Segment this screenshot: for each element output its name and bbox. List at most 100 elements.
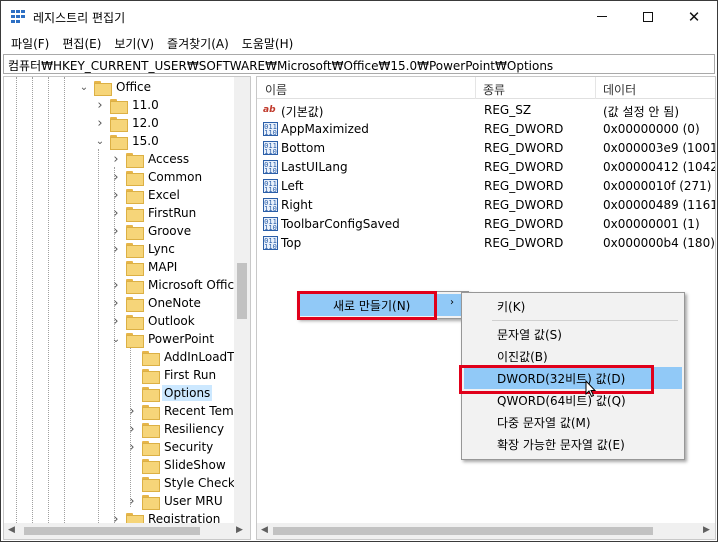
expand-chevron-icon[interactable]: › — [110, 296, 122, 311]
menu-edit[interactable]: 편집(E) — [56, 32, 107, 53]
tree-item[interactable]: › Common — [110, 168, 204, 186]
folder-icon — [126, 260, 144, 276]
list-cell-type: REG_DWORD — [484, 217, 564, 231]
folder-icon — [110, 116, 128, 132]
column-header-name[interactable]: 이름 — [265, 81, 287, 98]
tree-vertical-scroll-thumb[interactable] — [237, 263, 247, 319]
tree-item[interactable]: › Microsoft Office — [110, 276, 243, 294]
column-divider[interactable] — [595, 77, 596, 99]
expand-chevron-icon[interactable]: › — [126, 440, 138, 455]
tree-item[interactable]: ⌄ 15.0 — [94, 132, 161, 150]
list-row[interactable]: 011 110 Left REG_DWORD 0x0000010f (271) — [257, 177, 715, 196]
expand-chevron-icon[interactable]: › — [110, 314, 122, 329]
menu-help[interactable]: 도움말(H) — [236, 32, 300, 53]
close-icon: ✕ — [687, 7, 701, 26]
submenu-expandable-string-value[interactable]: 확장 가능한 문자열 값(E) — [464, 433, 682, 455]
tree-vertical-scrollbar[interactable] — [234, 77, 250, 523]
list-cell-data: 0x00000489 (1161) — [603, 198, 716, 212]
tree-item[interactable]: › Access — [110, 150, 191, 168]
list-row[interactable]: 011 110 Right REG_DWORD 0x00000489 (1161) — [257, 196, 715, 215]
address-bar[interactable]: 컴퓨터₩HKEY_CURRENT_USER₩SOFTWARE₩Microsoft… — [3, 54, 715, 74]
tree-item[interactable]: MAPI — [110, 258, 179, 276]
expand-chevron-icon[interactable]: › — [110, 278, 122, 293]
expand-chevron-icon[interactable]: › — [110, 152, 122, 167]
list-row[interactable]: 011 110 AppMaximized REG_DWORD 0x00000000 (0… — [257, 120, 715, 139]
minimize-button[interactable] — [579, 1, 625, 32]
tree-horizontal-scroll-thumb[interactable] — [24, 527, 200, 535]
menu-favorites[interactable]: 즐겨찾기(A) — [161, 32, 235, 53]
tree-item[interactable]: Style Checker — [126, 474, 249, 492]
expand-chevron-icon[interactable]: › — [110, 170, 122, 185]
tree-item[interactable]: ⌄ Office — [78, 78, 153, 96]
expand-chevron-icon[interactable]: › — [110, 188, 122, 203]
tree-item[interactable]: › 11.0 — [94, 96, 161, 114]
folder-icon — [126, 170, 144, 186]
expand-chevron-icon[interactable]: › — [110, 206, 122, 221]
scroll-right-arrow-icon[interactable]: ▶ — [703, 525, 710, 535]
tree-item[interactable]: › User MRU — [126, 492, 225, 510]
tree-item[interactable]: Options — [126, 384, 213, 402]
list-row[interactable]: 011 110 ToolbarConfigSaved REG_DWORD 0x00000… — [257, 215, 715, 234]
maximize-button[interactable] — [625, 1, 671, 32]
expand-chevron-icon[interactable]: › — [110, 224, 122, 239]
expand-chevron-icon[interactable]: › — [110, 242, 122, 257]
tree-item[interactable]: › FirstRun — [110, 204, 198, 222]
submenu-key[interactable]: 키(K) — [464, 295, 682, 317]
column-divider[interactable] — [475, 77, 476, 99]
collapse-chevron-icon[interactable]: ⌄ — [94, 136, 106, 147]
tree-item-label: Security — [164, 440, 214, 454]
folder-icon — [94, 80, 112, 96]
tree-item[interactable]: ⌄ PowerPoint — [110, 330, 216, 348]
tree-item[interactable]: › Lync — [110, 240, 177, 258]
tree-item[interactable]: First Run — [126, 366, 218, 384]
tree-horizontal-scrollbar[interactable]: ◀ ▶ — [4, 523, 250, 539]
list-cell-data: 0x000003e9 (1001) — [603, 141, 716, 155]
list-row[interactable]: 011 110 LastUILang REG_DWORD 0x00000412 (104… — [257, 158, 715, 177]
list-cell-data: 0x00000412 (1042) — [603, 160, 716, 174]
tree-item[interactable]: SlideShow — [126, 456, 228, 474]
tree-item-label: Lync — [148, 242, 175, 256]
expand-chevron-icon[interactable]: › — [126, 422, 138, 437]
menu-view[interactable]: 보기(V) — [108, 32, 160, 53]
list-cell-type: REG_DWORD — [484, 122, 564, 136]
tree-item[interactable]: › Groove — [110, 222, 193, 240]
list-row[interactable]: ab (기본값) REG_SZ (값 설정 안 됨) — [257, 101, 715, 120]
tree-item[interactable]: › Recent Templ — [126, 402, 247, 420]
collapse-chevron-icon[interactable]: ⌄ — [110, 334, 122, 345]
list-cell-data: 0x000000b4 (180) — [603, 236, 715, 250]
registry-editor-window: 레지스트리 편집기 ✕ 파일(F) 편집(E) 보기(V) 즐겨찾기(A) 도움… — [0, 0, 718, 542]
close-button[interactable]: ✕ — [671, 1, 717, 32]
tree-item[interactable]: › Outlook — [110, 312, 197, 330]
column-header-data[interactable]: 데이터 — [603, 81, 636, 98]
expand-chevron-icon[interactable]: › — [126, 494, 138, 509]
expand-chevron-icon[interactable]: › — [94, 98, 106, 113]
submenu-multi-string-value[interactable]: 다중 문자열 값(M) — [464, 411, 682, 433]
tree-item[interactable]: › OneNote — [110, 294, 203, 312]
folder-icon — [126, 242, 144, 258]
minimize-icon — [597, 16, 607, 17]
list-cell-data: (값 설정 안 됨) — [603, 105, 680, 119]
tree-item-label: Access — [148, 152, 190, 166]
list-row[interactable]: 011 110 Bottom REG_DWORD 0x000003e9 (1001) — [257, 139, 715, 158]
expand-chevron-icon[interactable]: › — [94, 116, 106, 131]
scroll-left-arrow-icon[interactable]: ◀ — [261, 525, 268, 535]
tree-item[interactable]: › Resiliency — [126, 420, 226, 438]
tree-item[interactable]: AddInLoadTim — [126, 348, 250, 366]
submenu-binary-value[interactable]: 이진값(B) — [464, 345, 682, 367]
list-horizontal-scroll-thumb[interactable] — [273, 527, 653, 535]
menu-file[interactable]: 파일(F) — [5, 32, 55, 53]
scroll-right-arrow-icon[interactable]: ▶ — [236, 525, 243, 535]
list-row[interactable]: 011 110 Top REG_DWORD 0x000000b4 (180) — [257, 234, 715, 253]
tree-item[interactable]: › Security — [126, 438, 215, 456]
list-horizontal-scrollbar[interactable]: ◀ ▶ — [257, 523, 715, 539]
scroll-left-arrow-icon[interactable]: ◀ — [8, 525, 15, 535]
tree-item[interactable]: › Excel — [110, 186, 182, 204]
collapse-chevron-icon[interactable]: ⌄ — [78, 82, 90, 93]
submenu-string-value[interactable]: 문자열 값(S) — [464, 323, 682, 345]
tree-item-label: Options — [162, 385, 213, 401]
tree-item[interactable]: › 12.0 — [94, 114, 161, 132]
column-header-type[interactable]: 종류 — [483, 81, 505, 98]
tree-guide-line — [48, 77, 49, 523]
expand-chevron-icon[interactable]: › — [126, 404, 138, 419]
folder-icon — [126, 188, 144, 204]
